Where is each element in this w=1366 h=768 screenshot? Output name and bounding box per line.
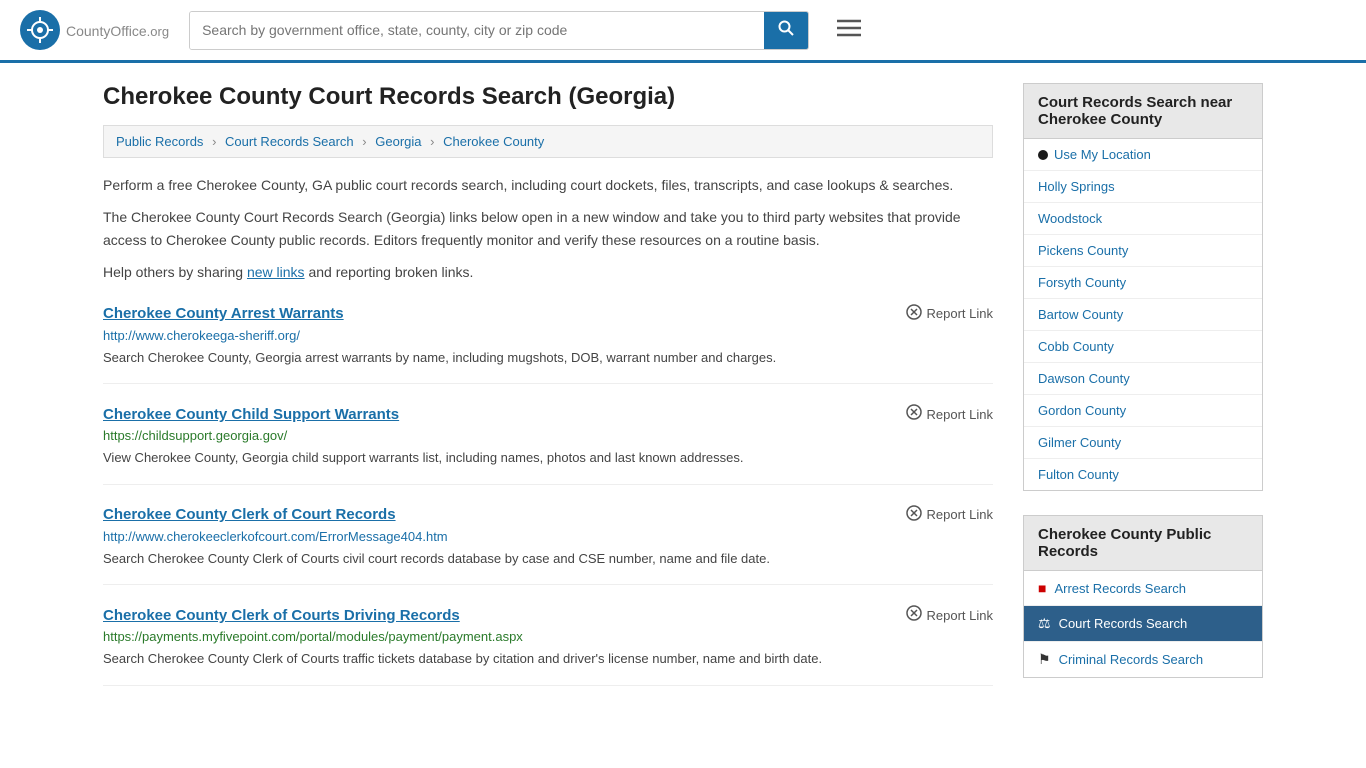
public-item-icon: ⚑	[1038, 651, 1051, 668]
record-title-row: Cherokee County Clerk of Court Records R…	[103, 505, 993, 525]
record-url: https://payments.myfivepoint.com/portal/…	[103, 629, 993, 644]
description-3: Help others by sharing new links and rep…	[103, 261, 993, 283]
sidebar: Court Records Search near Cherokee Count…	[1023, 83, 1263, 702]
record-item: Cherokee County Clerk of Court Records R…	[103, 505, 993, 586]
page-wrapper: Cherokee County Court Records Search (Ge…	[83, 63, 1283, 722]
record-url: http://www.cherokeeclerkofcourt.com/Erro…	[103, 529, 993, 544]
nearby-county-link[interactable]: Holly Springs	[1038, 179, 1115, 194]
sidebar-nearby-item[interactable]: Woodstock	[1024, 203, 1262, 235]
sidebar-nearby-item[interactable]: Forsyth County	[1024, 267, 1262, 299]
breadcrumb-georgia[interactable]: Georgia	[375, 134, 421, 149]
sidebar-public-item[interactable]: ⚖ Court Records Search	[1024, 606, 1262, 642]
public-item-link[interactable]: Court Records Search	[1059, 616, 1188, 631]
sidebar-nearby-item[interactable]: Use My Location	[1024, 139, 1262, 171]
sidebar-nearby-item[interactable]: Dawson County	[1024, 363, 1262, 395]
record-description: Search Cherokee County, Georgia arrest w…	[103, 348, 993, 368]
public-records-section: Cherokee County Public Records ■ Arrest …	[1023, 515, 1263, 678]
nearby-county-link[interactable]: Woodstock	[1038, 211, 1102, 226]
breadcrumb-cherokee-county[interactable]: Cherokee County	[443, 134, 544, 149]
public-records-list: ■ Arrest Records Search ⚖ Court Records …	[1023, 570, 1263, 678]
public-item-link[interactable]: Arrest Records Search	[1054, 581, 1186, 596]
record-title-link[interactable]: Cherokee County Arrest Warrants	[103, 305, 344, 322]
record-url: https://childsupport.georgia.gov/	[103, 428, 993, 443]
breadcrumb-court-records[interactable]: Court Records Search	[225, 134, 354, 149]
record-title-row: Cherokee County Child Support Warrants R…	[103, 404, 993, 424]
site-header: CountyOffice.org	[0, 0, 1366, 63]
record-description: View Cherokee County, Georgia child supp…	[103, 448, 993, 468]
new-links-link[interactable]: new links	[247, 264, 305, 280]
sidebar-nearby-item[interactable]: Gordon County	[1024, 395, 1262, 427]
nearby-county-link[interactable]: Cobb County	[1038, 339, 1114, 354]
report-icon	[906, 404, 922, 424]
nearby-header: Court Records Search near Cherokee Count…	[1023, 83, 1263, 138]
record-item: Cherokee County Arrest Warrants Report L…	[103, 304, 993, 385]
location-dot-icon	[1038, 150, 1048, 160]
use-my-location-link[interactable]: Use My Location	[1054, 147, 1151, 162]
nearby-list: Use My Location Holly Springs Woodstock Pic…	[1023, 138, 1263, 491]
records-container: Cherokee County Arrest Warrants Report L…	[103, 304, 993, 686]
nearby-county-link[interactable]: Forsyth County	[1038, 275, 1126, 290]
breadcrumb-public-records[interactable]: Public Records	[116, 134, 203, 149]
sidebar-public-item[interactable]: ■ Arrest Records Search	[1024, 571, 1262, 606]
sidebar-nearby-item[interactable]: Bartow County	[1024, 299, 1262, 331]
report-icon	[906, 304, 922, 324]
logo-text: CountyOffice.org	[66, 20, 169, 41]
record-item: Cherokee County Clerk of Courts Driving …	[103, 605, 993, 686]
sidebar-public-item[interactable]: ⚑ Criminal Records Search	[1024, 642, 1262, 677]
record-title-row: Cherokee County Arrest Warrants Report L…	[103, 304, 993, 324]
public-item-icon: ⚖	[1038, 615, 1051, 632]
public-item-link[interactable]: Criminal Records Search	[1059, 652, 1204, 667]
report-icon	[906, 505, 922, 525]
search-button[interactable]	[764, 12, 808, 49]
sidebar-nearby-item[interactable]: Fulton County	[1024, 459, 1262, 490]
record-item: Cherokee County Child Support Warrants R…	[103, 404, 993, 485]
search-input[interactable]	[190, 12, 764, 49]
public-item-icon: ■	[1038, 580, 1046, 596]
report-link-button[interactable]: Report Link	[906, 505, 993, 525]
nearby-county-link[interactable]: Gilmer County	[1038, 435, 1121, 450]
nearby-county-link[interactable]: Fulton County	[1038, 467, 1119, 482]
nearby-section: Court Records Search near Cherokee Count…	[1023, 83, 1263, 491]
description-block: Perform a free Cherokee County, GA publi…	[103, 174, 993, 284]
public-records-header: Cherokee County Public Records	[1023, 515, 1263, 570]
main-content: Cherokee County Court Records Search (Ge…	[103, 83, 993, 702]
logo-icon	[20, 10, 60, 50]
hamburger-menu-button[interactable]	[829, 13, 869, 47]
report-icon	[906, 605, 922, 625]
nearby-county-link[interactable]: Pickens County	[1038, 243, 1128, 258]
sidebar-nearby-item[interactable]: Holly Springs	[1024, 171, 1262, 203]
description-2: The Cherokee County Court Records Search…	[103, 206, 993, 251]
site-logo[interactable]: CountyOffice.org	[20, 10, 169, 50]
report-link-button[interactable]: Report Link	[906, 605, 993, 625]
page-title: Cherokee County Court Records Search (Ge…	[103, 83, 993, 111]
record-title-row: Cherokee County Clerk of Courts Driving …	[103, 605, 993, 625]
breadcrumb: Public Records › Court Records Search › …	[103, 125, 993, 158]
nearby-county-link[interactable]: Bartow County	[1038, 307, 1123, 322]
record-description: Search Cherokee County Clerk of Courts c…	[103, 549, 993, 569]
sidebar-nearby-item[interactable]: Gilmer County	[1024, 427, 1262, 459]
record-title-link[interactable]: Cherokee County Clerk of Court Records	[103, 506, 396, 523]
record-title-link[interactable]: Cherokee County Clerk of Courts Driving …	[103, 607, 460, 624]
report-link-button[interactable]: Report Link	[906, 304, 993, 324]
description-1: Perform a free Cherokee County, GA publi…	[103, 174, 993, 196]
nearby-county-link[interactable]: Gordon County	[1038, 403, 1126, 418]
record-title-link[interactable]: Cherokee County Child Support Warrants	[103, 406, 399, 423]
sidebar-nearby-item[interactable]: Cobb County	[1024, 331, 1262, 363]
sidebar-nearby-item[interactable]: Pickens County	[1024, 235, 1262, 267]
search-bar	[189, 11, 809, 50]
record-description: Search Cherokee County Clerk of Courts t…	[103, 649, 993, 669]
nearby-county-link[interactable]: Dawson County	[1038, 371, 1130, 386]
record-url: http://www.cherokeega-sheriff.org/	[103, 328, 993, 343]
report-link-button[interactable]: Report Link	[906, 404, 993, 424]
